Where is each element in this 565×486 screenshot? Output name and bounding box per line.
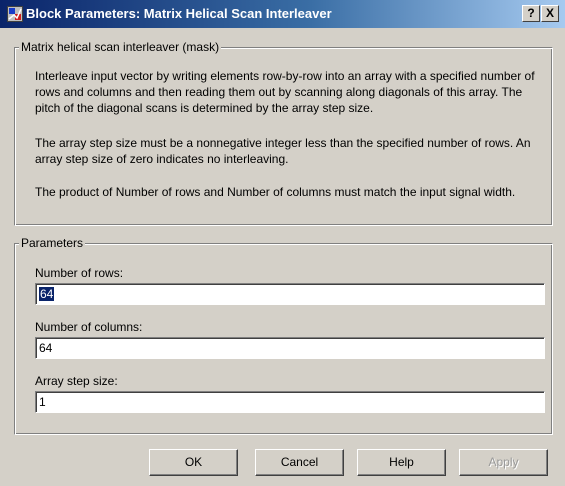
title-bar[interactable]: Block Parameters: Matrix Helical Scan In… <box>0 0 565 28</box>
description-group: Matrix helical scan interleaver (mask) I… <box>14 39 553 226</box>
question-icon: ? <box>527 6 535 20</box>
description-paragraph-2: The array step size must be a nonnegativ… <box>35 136 531 166</box>
columns-value: 64 <box>39 341 53 355</box>
rows-value: 64 <box>39 287 55 301</box>
parameters-legend: Parameters <box>19 235 86 251</box>
rows-field[interactable]: 64 <box>35 283 545 305</box>
description-legend: Matrix helical scan interleaver (mask) <box>19 39 222 55</box>
step-size-field[interactable]: 1 <box>35 391 545 413</box>
step-size-value: 1 <box>39 395 46 409</box>
parameters-group: Parameters Number of rows: 64 Number of … <box>14 235 553 435</box>
close-icon: X <box>545 6 554 20</box>
apply-button[interactable]: Apply <box>459 449 548 476</box>
window-title: Block Parameters: Matrix Helical Scan In… <box>26 6 332 21</box>
ok-button[interactable]: OK <box>149 449 238 476</box>
close-button[interactable]: X <box>541 5 559 22</box>
columns-label: Number of columns: <box>35 320 143 334</box>
help-title-button[interactable]: ? <box>522 5 540 22</box>
simulink-block-icon <box>7 6 23 22</box>
rows-label: Number of rows: <box>35 266 124 280</box>
help-button[interactable]: Help <box>357 449 446 476</box>
description-paragraph-1: Interleave input vector by writing eleme… <box>35 69 535 115</box>
cancel-button[interactable]: Cancel <box>255 449 344 476</box>
description-paragraph-3: The product of Number of rows and Number… <box>35 185 516 199</box>
dialog-window: Block Parameters: Matrix Helical Scan In… <box>0 0 565 486</box>
columns-field[interactable]: 64 <box>35 337 545 359</box>
step-size-label: Array step size: <box>35 374 118 388</box>
